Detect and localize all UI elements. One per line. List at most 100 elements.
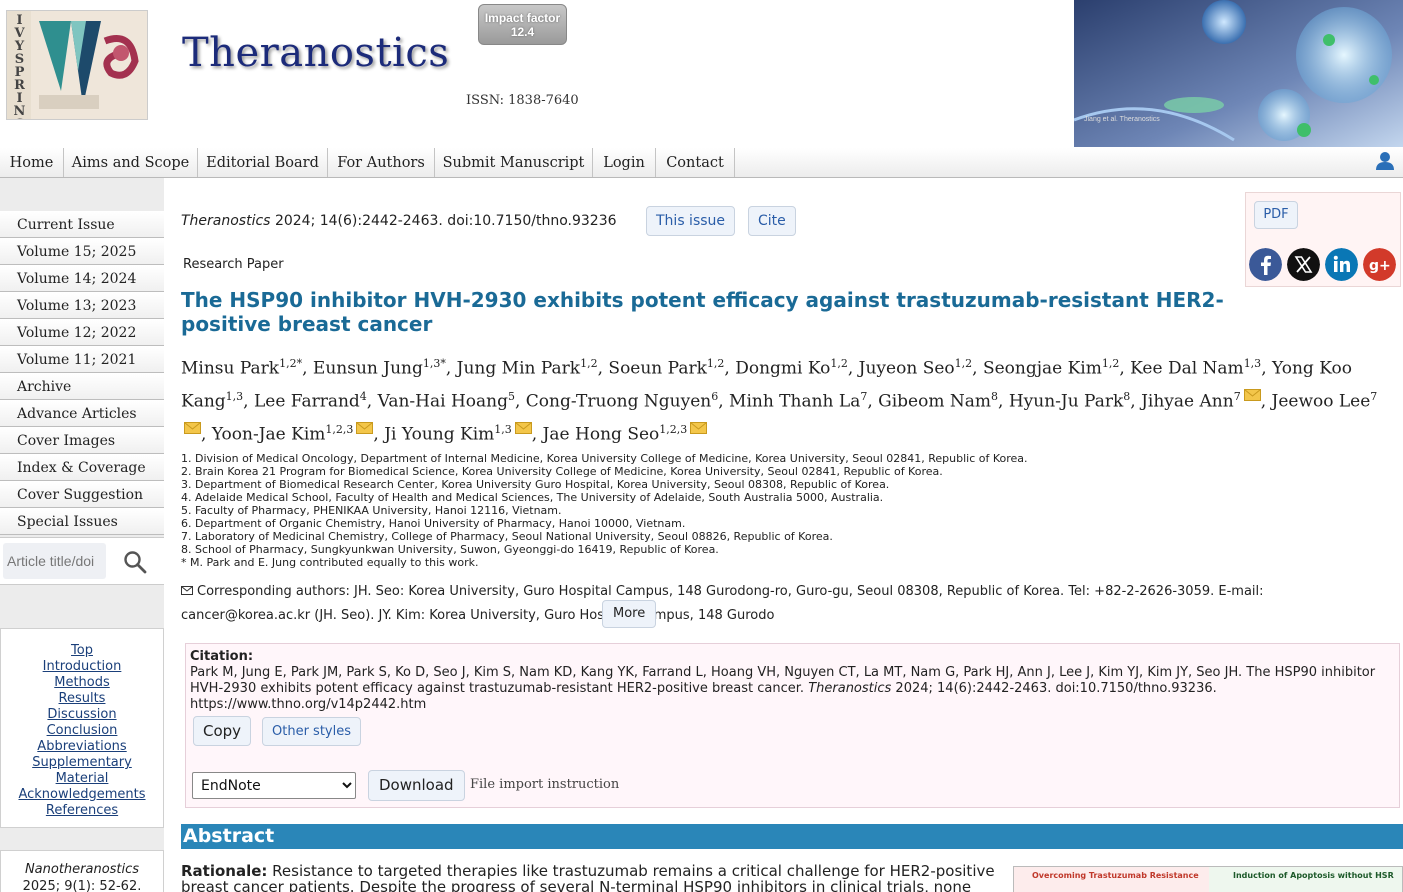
impact-factor-value: 12.4 [510, 25, 535, 39]
article-main: Theranostics 2024; 14(6):2442-2463. doi:… [165, 178, 1403, 892]
affiliation-item: 4. Adelaide Medical School, Faculty of H… [181, 491, 884, 504]
author-affiliation-sup: 4 [359, 390, 367, 404]
author-name[interactable]: Soeun Park [608, 359, 706, 379]
other-styles-button[interactable]: Other styles [262, 717, 361, 746]
toc-methods[interactable]: Methods [1, 675, 163, 691]
nav-home[interactable]: Home [0, 148, 64, 177]
logo-emblem-icon [31, 11, 147, 119]
search-icon[interactable] [123, 550, 147, 574]
nav-submit-manuscript[interactable]: Submit Manuscript [435, 148, 593, 177]
author-affiliation-sup: 1,3* [422, 357, 446, 370]
author-name[interactable]: Ji Young Kim [384, 425, 494, 445]
author-affiliation-sup: 1,3 [494, 423, 512, 437]
author-name[interactable]: Yoon-Jae Kim [212, 425, 326, 445]
author-name[interactable]: Minsu Park [181, 359, 279, 379]
sidebar-item-volume-13[interactable]: Volume 13; 2023 [0, 292, 164, 319]
facebook-icon[interactable] [1249, 248, 1282, 281]
sidebar-menu: Current Issue Volume 15; 2025 Volume 14;… [0, 211, 164, 535]
author-affiliation-sup: 1,3 [225, 390, 244, 404]
email-icon[interactable] [1243, 388, 1261, 401]
author-name[interactable]: Gibeom Nam [878, 392, 991, 412]
sidebar-item-volume-14[interactable]: Volume 14; 2024 [0, 265, 164, 292]
author-name[interactable]: Jung Min Park [457, 359, 580, 379]
author-affiliation-sup: 7 [1370, 390, 1378, 404]
author-affiliation-sup: 1,2 [706, 357, 725, 370]
pdf-button[interactable]: PDF [1254, 201, 1298, 229]
author-name[interactable]: Kee Dal Nam [1130, 359, 1244, 379]
author-name[interactable]: Jeewoo Lee [1272, 392, 1371, 412]
graphic-right-title: Induction of Apoptosis without HSR [1209, 867, 1402, 892]
author-name[interactable]: Jihyae Ann [1141, 392, 1234, 412]
author-affiliation-sup: 6 [711, 390, 719, 404]
cite-button[interactable]: Cite [748, 206, 796, 236]
sidebar-item-cover-images[interactable]: Cover Images [0, 427, 164, 454]
share-panel: PDF g+ [1245, 192, 1401, 287]
sidebar-item-archive[interactable]: Archive [0, 373, 164, 400]
sidebar-item-volume-11[interactable]: Volume 11; 2021 [0, 346, 164, 373]
cover-image[interactable]: Jiang et al. Theranostics [1074, 0, 1403, 147]
more-button[interactable]: More [602, 600, 657, 628]
email-icon[interactable] [514, 421, 532, 434]
author-name[interactable]: Eunsun Jung [313, 359, 423, 379]
nav-aims-scope[interactable]: Aims and Scope [64, 148, 198, 177]
citation-format-select[interactable]: EndNote [192, 772, 356, 799]
sidebar-item-index-coverage[interactable]: Index & Coverage [0, 454, 164, 481]
author-affiliation-sup: 8 [991, 390, 998, 404]
affiliation-item: 5. Faculty of Pharmacy, PHENIKAA Univers… [181, 504, 562, 517]
ivyspring-logo[interactable]: IVYSPRING [6, 10, 148, 120]
author-name[interactable]: Lee Farrand [254, 392, 360, 412]
email-icon[interactable] [356, 421, 374, 434]
x-icon[interactable] [1287, 248, 1320, 281]
file-import-instruction-link[interactable]: File import instruction [470, 777, 619, 792]
citation-label: Citation: [190, 649, 254, 664]
sidebar-item-current-issue[interactable]: Current Issue [0, 211, 164, 238]
nav-login[interactable]: Login [593, 148, 656, 177]
author-affiliation-sup: 1,2,3 [325, 423, 354, 437]
journal-name[interactable]: Theranostics [182, 30, 449, 76]
google-plus-icon[interactable]: g+ [1363, 248, 1396, 281]
citation-box: Citation: Park M, Jung E, Park JM, Park … [185, 643, 1400, 808]
related-article[interactable]: Nanotheranostics 2025; 9(1): 52-62. [0, 850, 164, 892]
citation-text: Park M, Jung E, Park JM, Park S, Ko D, S… [190, 665, 1390, 713]
author-name[interactable]: Van-Hai Hoang [378, 392, 508, 412]
email-icon[interactable] [690, 421, 708, 434]
download-button[interactable]: Download [368, 770, 465, 801]
affiliation-item: 6. Department of Organic Chemistry, Hano… [181, 517, 686, 530]
author-name[interactable]: Jae Hong Seo [543, 425, 660, 445]
sidebar-item-advance-articles[interactable]: Advance Articles [0, 400, 164, 427]
toc-supplementary-material[interactable]: Supplementary Material [1, 755, 163, 787]
nav-for-authors[interactable]: For Authors [328, 148, 435, 177]
author-affiliation-sup: 1,2* [279, 357, 303, 370]
impact-factor-badge[interactable]: Impact factor 12.4 [478, 4, 567, 45]
user-account-icon[interactable] [1374, 150, 1396, 172]
email-icon[interactable] [184, 421, 201, 434]
copy-button[interactable]: Copy [193, 716, 252, 746]
sidebar-item-special-issues[interactable]: Special Issues [0, 508, 164, 535]
graphical-abstract-image[interactable]: Overcoming Trastuzumab Resistance Induct… [1013, 866, 1403, 892]
sidebar-item-cover-suggestion[interactable]: Cover Suggestion [0, 481, 164, 508]
affiliation-item: 7. Laboratory of Medicinal Chemistry, Co… [181, 530, 833, 543]
author-name[interactable]: Hyun-Ju Park [1009, 392, 1123, 412]
sidebar-item-volume-15[interactable]: Volume 15; 2025 [0, 238, 164, 265]
sidebar-item-volume-12[interactable]: Volume 12; 2022 [0, 319, 164, 346]
toc-abbreviations[interactable]: Abbreviations [1, 739, 163, 755]
toc-conclusion[interactable]: Conclusion [1, 723, 163, 739]
toc-top[interactable]: Top [1, 643, 163, 659]
search-input[interactable] [3, 543, 106, 579]
nav-editorial-board[interactable]: Editorial Board [198, 148, 328, 177]
linkedin-icon[interactable] [1325, 248, 1358, 281]
cover-illustration [1074, 0, 1403, 147]
toc-introduction[interactable]: Introduction [1, 659, 163, 675]
author-name[interactable]: Seongjae Kim [983, 359, 1102, 379]
toc-results[interactable]: Results [1, 691, 163, 707]
author-name[interactable]: Cong-Truong Nguyen [526, 392, 711, 412]
toc-references[interactable]: References [1, 803, 163, 819]
toc-discussion[interactable]: Discussion [1, 707, 163, 723]
author-name[interactable]: Minh Thanh La [729, 392, 860, 412]
toc-acknowledgements[interactable]: Acknowledgements [1, 787, 163, 803]
author-name[interactable]: Juyeon Seo [859, 359, 955, 379]
author-affiliation-sup: 5 [507, 390, 515, 404]
nav-contact[interactable]: Contact [656, 148, 735, 177]
this-issue-button[interactable]: This issue [646, 206, 736, 236]
author-name[interactable]: Dongmi Ko [735, 359, 830, 379]
